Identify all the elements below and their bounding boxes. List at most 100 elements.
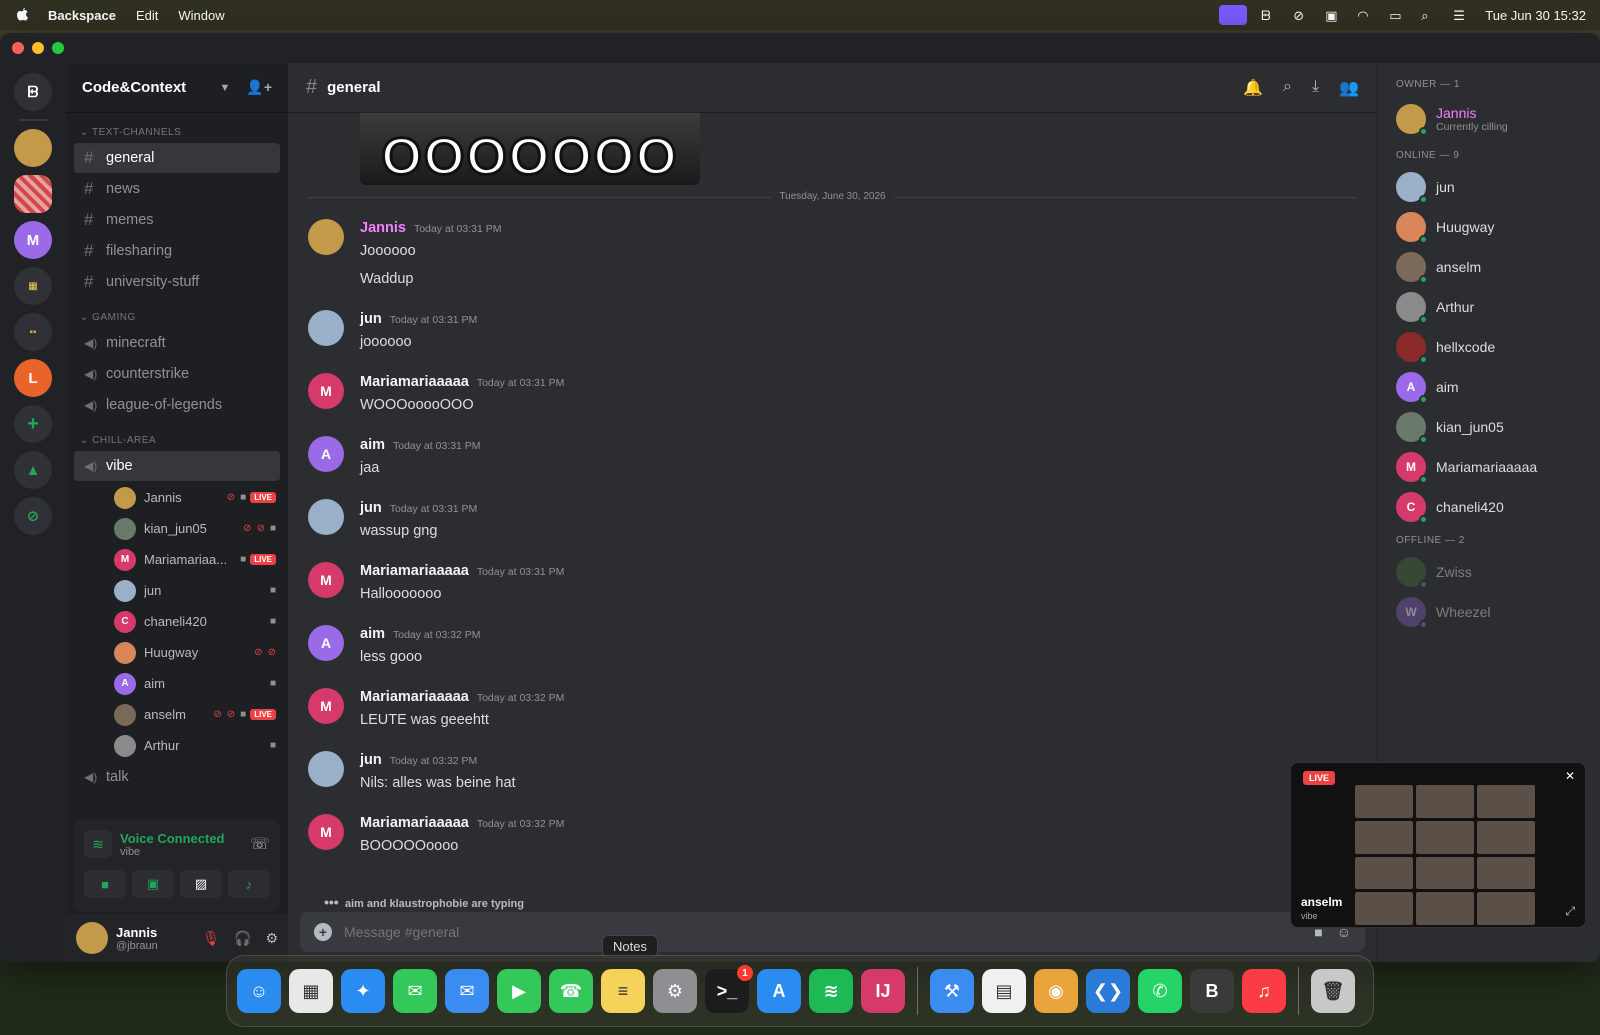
channel-general[interactable]: # general — [74, 143, 280, 173]
activity-button[interactable]: ▨ — [180, 870, 222, 898]
voice-user[interactable]: kian_jun05 ⊘ ⊘ ■ — [66, 513, 288, 544]
avatar[interactable] — [76, 922, 108, 954]
soundboard-button[interactable]: ♪ — [228, 870, 270, 898]
member-item[interactable]: anselm — [1396, 247, 1582, 287]
display-status-icon[interactable]: ▣ — [1325, 8, 1343, 23]
dock-safari-icon[interactable]: ✦ — [341, 969, 385, 1013]
voice-channel-vibe[interactable]: ◀) vibe — [74, 451, 280, 481]
voice-user[interactable]: Huugway ⊘ ⊘ — [66, 637, 288, 668]
message-author[interactable]: Mariamariaaaaa — [360, 374, 469, 390]
message-author[interactable]: jun — [360, 311, 382, 327]
voice-user[interactable]: jun ■ — [66, 575, 288, 606]
dock-terminal-icon[interactable]: >_ 1 — [705, 965, 753, 1013]
member-list-icon[interactable]: 👥 — [1339, 78, 1359, 98]
dock-mail-icon[interactable]: ✉ — [445, 969, 489, 1013]
spotlight-search-icon[interactable]: ⌕ — [1421, 8, 1439, 23]
dock-whatsapp-icon[interactable]: ✆ — [1138, 969, 1182, 1013]
voice-channel-league-of-legends[interactable]: ◀) league-of-legends — [74, 390, 280, 420]
screen-share-status-icon[interactable] — [1219, 5, 1248, 25]
voice-user[interactable]: Arthur ■ — [66, 730, 288, 761]
channel-memes[interactable]: # memes — [74, 205, 280, 235]
dock-app-store-icon[interactable]: A — [757, 969, 801, 1013]
server-icon-m[interactable]: M — [14, 221, 52, 259]
signal-icon[interactable]: ≋ — [84, 830, 112, 858]
avatar[interactable]: A — [308, 625, 344, 661]
avatar[interactable] — [308, 499, 344, 535]
dock-intellij-icon[interactable]: IJ — [861, 969, 905, 1013]
member-item[interactable]: Aaim — [1396, 367, 1582, 407]
bell-icon[interactable]: 🔔 — [1243, 78, 1263, 98]
channel-news[interactable]: # news — [74, 174, 280, 204]
voice-channel-minecraft[interactable]: ◀) minecraft — [74, 328, 280, 358]
embedded-image[interactable]: OOOOOOO — [360, 113, 700, 185]
voice-user[interactable]: Aaim ■ — [66, 668, 288, 699]
explore-compass-icon[interactable]: ⊘ — [14, 497, 52, 535]
avatar[interactable]: M — [308, 688, 344, 724]
dock-chrome-icon[interactable]: ◉ — [1034, 969, 1078, 1013]
member-item[interactable]: jun — [1396, 167, 1582, 207]
camera-button[interactable]: ■ — [84, 870, 126, 898]
navigate-icon[interactable]: ▲ — [14, 451, 52, 489]
member-item[interactable]: kian_jun05 — [1396, 407, 1582, 447]
avatar[interactable]: A — [308, 436, 344, 472]
message-author[interactable]: aim — [360, 437, 385, 453]
dock-notes-icon[interactable]: ≡ — [601, 969, 645, 1013]
dock-vscode-icon[interactable]: ❮❯ — [1086, 969, 1130, 1013]
dock-phone-icon[interactable]: ☎ — [549, 969, 593, 1013]
dock-xcode-icon[interactable]: ⚒ — [930, 969, 974, 1013]
member-item[interactable]: Cchaneli420 — [1396, 487, 1582, 527]
dock-spotify-icon[interactable]: ≋ — [809, 969, 853, 1013]
member-item[interactable]: hellxcode — [1396, 327, 1582, 367]
message-author[interactable]: Mariamariaaaaa — [360, 689, 469, 705]
add-attachment-icon[interactable]: + — [314, 923, 332, 941]
menu-window[interactable]: Window — [178, 8, 224, 23]
voice-channel-talk[interactable]: ◀) talk — [74, 762, 280, 792]
dock-backspace-icon[interactable]: B — [1190, 969, 1234, 1013]
voice-user[interactable]: anselm ⊘ ⊘ ■ LIVE — [66, 699, 288, 730]
dock-messages-icon[interactable]: ✉ — [393, 969, 437, 1013]
avatar[interactable]: M — [308, 814, 344, 850]
message-author[interactable]: jun — [360, 752, 382, 768]
member-item[interactable]: Zwiss — [1396, 552, 1582, 592]
dock-freeform-icon[interactable]: ▤ — [982, 969, 1026, 1013]
dock-launchpad-icon[interactable]: ▦ — [289, 969, 333, 1013]
dock-trash-icon[interactable]: 🗑 — [1311, 969, 1355, 1013]
server-icon-l[interactable]: L — [14, 359, 52, 397]
voice-user[interactable]: M Mariamariaa... ■ LIVE — [66, 544, 288, 575]
dock-music-icon[interactable]: ♫ — [1242, 969, 1286, 1013]
backspace-status-icon[interactable]: ᗸ — [1261, 8, 1279, 23]
expand-icon[interactable]: ⤢ — [1565, 904, 1575, 919]
member-item[interactable]: W Wheezel — [1396, 592, 1582, 632]
invite-user-icon[interactable]: 👤+ — [246, 79, 272, 96]
voice-channel-counterstrike[interactable]: ◀) counterstrike — [74, 359, 280, 389]
wifi-icon[interactable]: ◠ — [1357, 8, 1375, 23]
home-button[interactable]: ᗸ — [14, 73, 52, 111]
download-icon[interactable]: ⤓ — [1312, 78, 1319, 98]
dock-facetime-icon[interactable]: ▶ — [497, 969, 541, 1013]
voice-user[interactable]: Cchaneli420 ■ — [66, 606, 288, 637]
category-text-channels[interactable]: ⌄ TEXT-CHANNELS — [66, 113, 288, 142]
dock-finder-icon[interactable]: ☺ — [237, 969, 281, 1013]
message-input[interactable] — [344, 924, 1301, 940]
dock-system-settings-icon[interactable]: ⚙ — [653, 969, 697, 1013]
member-item[interactable]: Arthur — [1396, 287, 1582, 327]
voice-channel-name[interactable]: vibe — [120, 846, 225, 858]
control-center-icon[interactable]: ☰ — [1453, 8, 1471, 23]
avatar[interactable]: M — [308, 562, 344, 598]
chevron-down-icon[interactable]: ▼ — [220, 82, 231, 94]
avatar[interactable] — [308, 219, 344, 255]
gear-icon[interactable]: ⚙ — [265, 930, 278, 947]
stream-preview[interactable]: LIVE anselm vibe ✕ ⤢ — [1290, 762, 1586, 928]
avatar[interactable] — [308, 751, 344, 787]
server-icon-avatar[interactable] — [14, 129, 52, 167]
channel-university-stuff[interactable]: # university-stuff — [74, 267, 280, 297]
menu-edit[interactable]: Edit — [136, 8, 158, 23]
add-server-icon[interactable]: + — [14, 405, 52, 443]
avatar[interactable]: M — [308, 373, 344, 409]
menu-app-name[interactable]: Backspace — [48, 8, 116, 23]
avatar[interactable] — [308, 310, 344, 346]
minimize-window-button[interactable] — [32, 42, 44, 54]
message-author[interactable]: Mariamariaaaaa — [360, 815, 469, 831]
mic-muted-icon[interactable]: 🎙 — [202, 930, 220, 947]
zoom-window-button[interactable] — [52, 42, 64, 54]
